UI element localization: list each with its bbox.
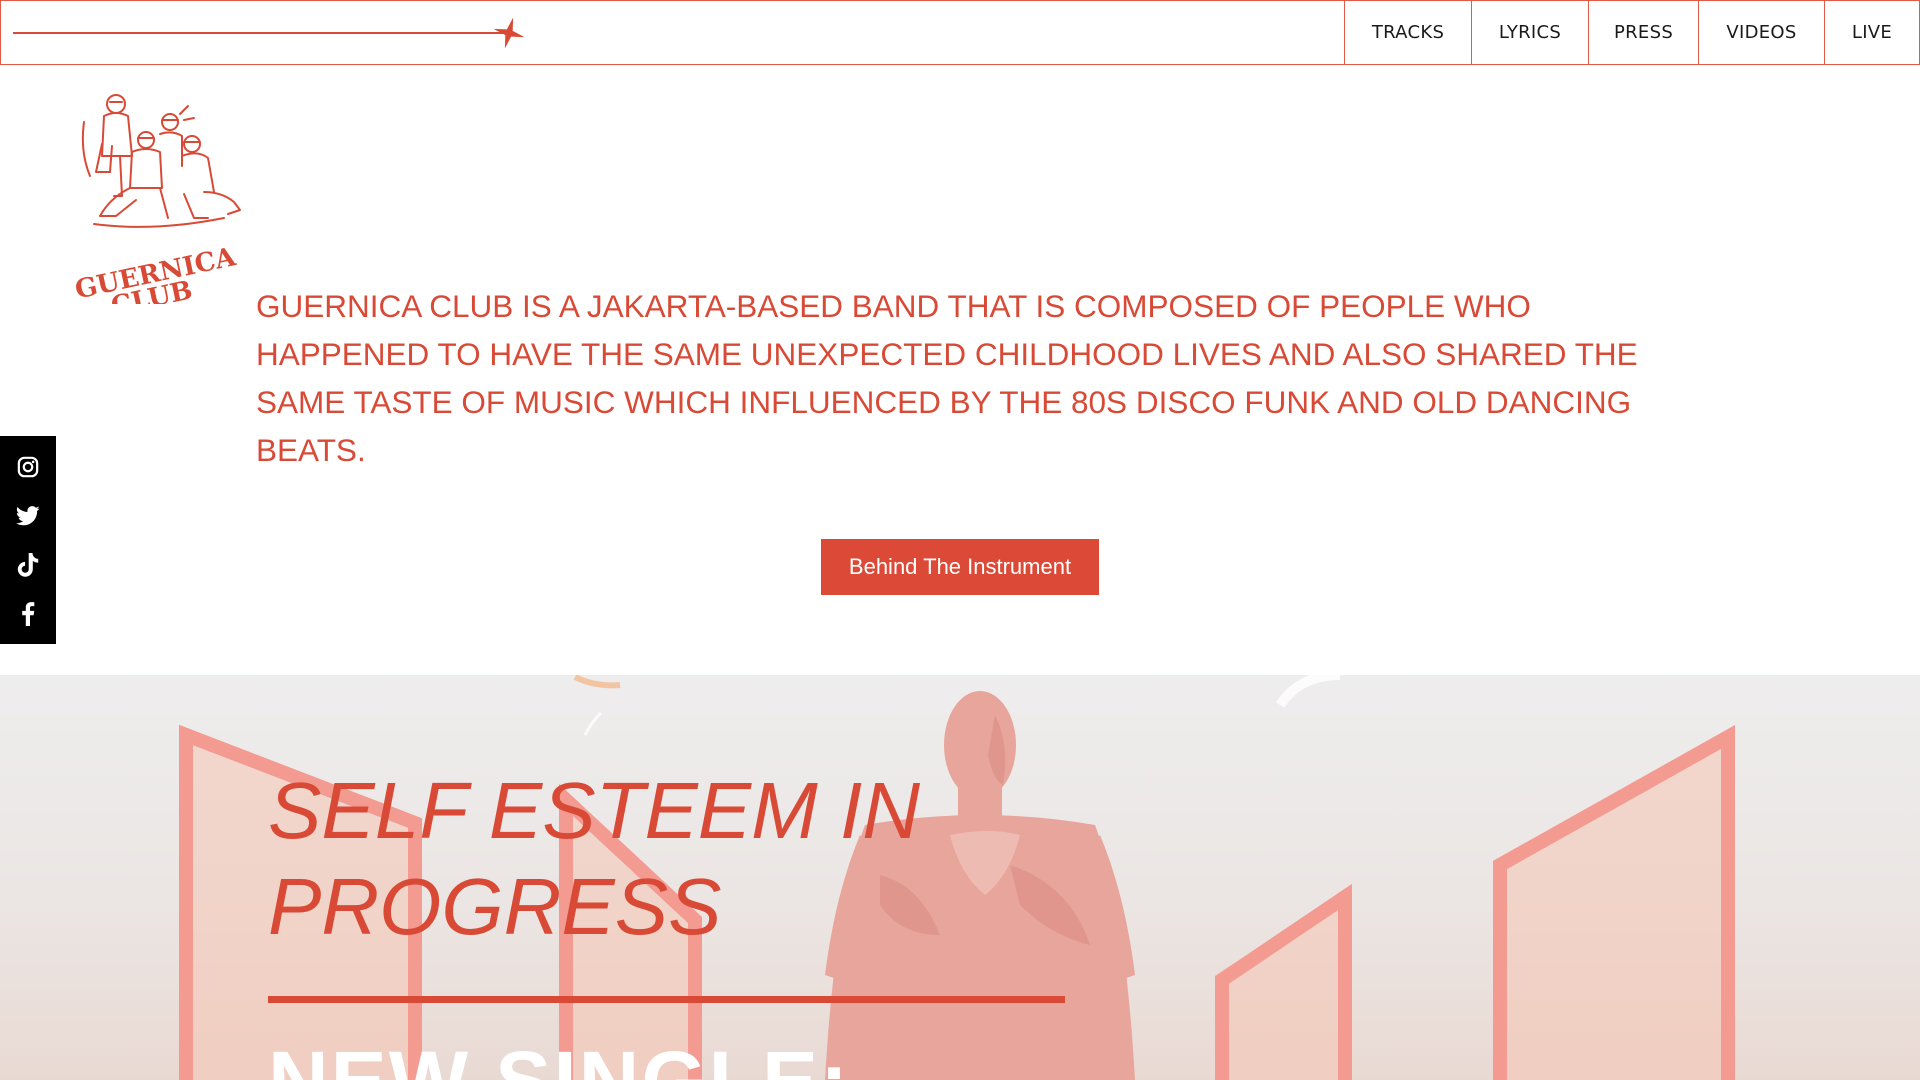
main-nav: TRACKS LYRICS PRESS VIDEOS LIVE [1344,1,1919,64]
top-bar: TRACKS LYRICS PRESS VIDEOS LIVE [0,0,1920,65]
nav-tracks[interactable]: TRACKS [1344,1,1471,64]
hero-title: SELF ESTEEM IN PROGRESS [268,766,921,951]
twitter-icon[interactable] [13,501,43,531]
nav-lyrics[interactable]: LYRICS [1471,1,1588,64]
star-icon [493,17,525,49]
band-logo[interactable]: GUERNICA CLUB [72,84,260,322]
band-illustration: GUERNICA CLUB [72,94,241,322]
nav-live[interactable]: LIVE [1824,1,1919,64]
nav-videos[interactable]: VIDEOS [1698,1,1824,64]
facebook-icon[interactable] [13,599,43,629]
social-bar [0,436,56,644]
hero-subtitle: NEW SINGLE: [268,1033,850,1080]
decorative-line [13,32,503,34]
hero-divider [268,996,1065,1003]
behind-the-instrument-button[interactable]: Behind The Instrument [821,539,1099,595]
band-description: Guernica Club is a Jakarta-based band th… [256,288,1638,468]
hero-banner: SELF ESTEEM IN PROGRESS NEW SINGLE: [0,675,1920,1080]
instagram-icon[interactable] [13,452,43,482]
nav-press[interactable]: PRESS [1588,1,1698,64]
tiktok-icon[interactable] [13,550,43,580]
